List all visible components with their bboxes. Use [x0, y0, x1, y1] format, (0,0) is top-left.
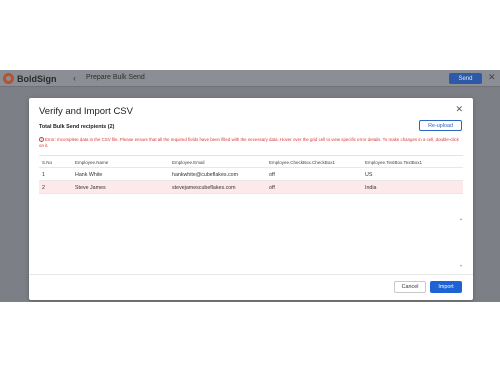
- reupload-button[interactable]: Re-upload: [419, 120, 462, 131]
- dialog-footer-divider: [29, 274, 473, 275]
- import-button[interactable]: Import: [430, 281, 462, 293]
- cancel-button[interactable]: Cancel: [394, 281, 426, 293]
- column-header[interactable]: S.No: [42, 160, 52, 165]
- page-title: Prepare Bulk Send: [86, 74, 145, 81]
- dialog-close-icon[interactable]: ✕: [455, 104, 463, 115]
- table-row[interactable]: 1 Hank White hankwhite@cubeflakes.com of…: [39, 168, 463, 181]
- top-bar: BoldSign ‹ Prepare Bulk Send Send ✕: [0, 70, 500, 87]
- chevron-left-icon[interactable]: ‹: [73, 73, 76, 83]
- send-button[interactable]: Send: [449, 73, 482, 84]
- scroll-up-icon[interactable]: [460, 218, 462, 220]
- table-row[interactable]: 2 Steve James stevejamescubeflakes.com o…: [39, 181, 463, 194]
- dialog-title: Verify and Import CSV: [39, 106, 133, 117]
- grid-cell[interactable]: US: [365, 172, 372, 178]
- verify-import-dialog: Verify and Import CSV ✕ Total Bulk Send …: [29, 98, 473, 300]
- grid-scrollbar[interactable]: [460, 218, 463, 267]
- error-text: Error: Incomplete data in the CSV file. …: [39, 137, 459, 148]
- grid-cell[interactable]: 2: [42, 185, 45, 191]
- grid-cell[interactable]: stevejamescubeflakes.com: [172, 185, 236, 191]
- grid-cell[interactable]: off: [269, 185, 275, 191]
- brand-logo: BoldSign: [3, 72, 57, 85]
- column-header[interactable]: Employee.TextBox.TextBox1: [365, 160, 422, 165]
- column-header[interactable]: Employee.Email: [172, 160, 205, 165]
- grid-cell[interactable]: 1: [42, 172, 45, 178]
- column-header[interactable]: Employee.CheckBox.CheckBox1: [269, 160, 335, 165]
- app-background: BoldSign ‹ Prepare Bulk Send Send ✕ Veri…: [0, 70, 500, 302]
- error-icon: !: [39, 137, 44, 142]
- grid-cell[interactable]: Hank White: [75, 172, 102, 178]
- grid-cell[interactable]: India: [365, 185, 377, 191]
- error-message: ! Error: Incomplete data in the CSV file.…: [39, 137, 463, 149]
- close-icon[interactable]: ✕: [488, 72, 496, 83]
- column-header[interactable]: Employee.Name: [75, 160, 108, 165]
- recipients-grid: S.No Employee.Name Employee.Email Employ…: [39, 155, 463, 194]
- grid-header: S.No Employee.Name Employee.Email Employ…: [39, 156, 463, 168]
- boldsign-logo-icon: [3, 73, 14, 84]
- scroll-down-icon[interactable]: [460, 265, 462, 267]
- brand-name: BoldSign: [17, 73, 57, 84]
- recipients-count: Total Bulk Send recipients (2): [39, 124, 115, 130]
- grid-cell[interactable]: Steve James: [75, 185, 106, 191]
- grid-cell[interactable]: hankwhite@cubeflakes.com: [172, 172, 238, 178]
- grid-cell[interactable]: off: [269, 172, 275, 178]
